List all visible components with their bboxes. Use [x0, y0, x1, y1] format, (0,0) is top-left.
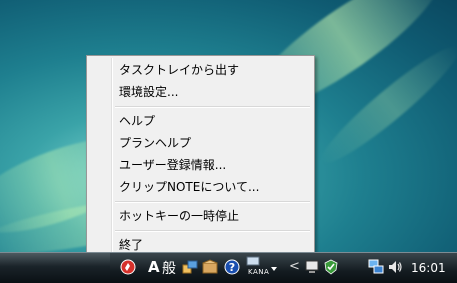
ime-kana-indicator[interactable]: KANA: [248, 268, 269, 276]
ime-tools-icon[interactable]: [182, 259, 198, 275]
package-icon[interactable]: [202, 259, 218, 275]
menu-item-pause-hotkey[interactable]: ホットキーの一時停止: [89, 205, 312, 227]
show-hidden-icons-button[interactable]: <: [289, 259, 300, 274]
security-check-icon[interactable]: [323, 259, 339, 275]
ime-settings-icon[interactable]: [246, 256, 260, 266]
network-icon[interactable]: [368, 259, 384, 275]
tray-context-menu: タスクトレイから出す 環境設定... ヘルプ プランヘルプ ユーザー登録情報..…: [86, 55, 315, 257]
clipnote-icon[interactable]: [120, 259, 136, 275]
help-icon[interactable]: ?: [224, 259, 240, 275]
network-shield-icon[interactable]: [305, 259, 321, 275]
menu-item-plan-help[interactable]: プランヘルプ: [89, 132, 312, 154]
chevron-down-icon[interactable]: [270, 265, 278, 273]
svg-text:?: ?: [229, 261, 235, 274]
menu-separator: [115, 201, 310, 203]
menu-item-help[interactable]: ヘルプ: [89, 110, 312, 132]
menu-item-preferences[interactable]: 環境設定...: [89, 81, 312, 103]
menu-item-restore-from-tray[interactable]: タスクトレイから出す: [89, 59, 312, 81]
volume-icon[interactable]: [387, 259, 403, 275]
menu-item-about[interactable]: クリップNOTEについて...: [89, 176, 312, 198]
menu-separator: [115, 230, 310, 232]
language-indicator[interactable]: A: [148, 258, 160, 276]
menu-separator: [115, 106, 310, 108]
menu-item-user-registration[interactable]: ユーザー登録情報...: [89, 154, 312, 176]
taskbar: A 般 ? KANA < 16:01: [0, 252, 457, 283]
ime-mode-indicator[interactable]: 般: [162, 258, 176, 278]
taskbar-clock[interactable]: 16:01: [411, 261, 446, 275]
